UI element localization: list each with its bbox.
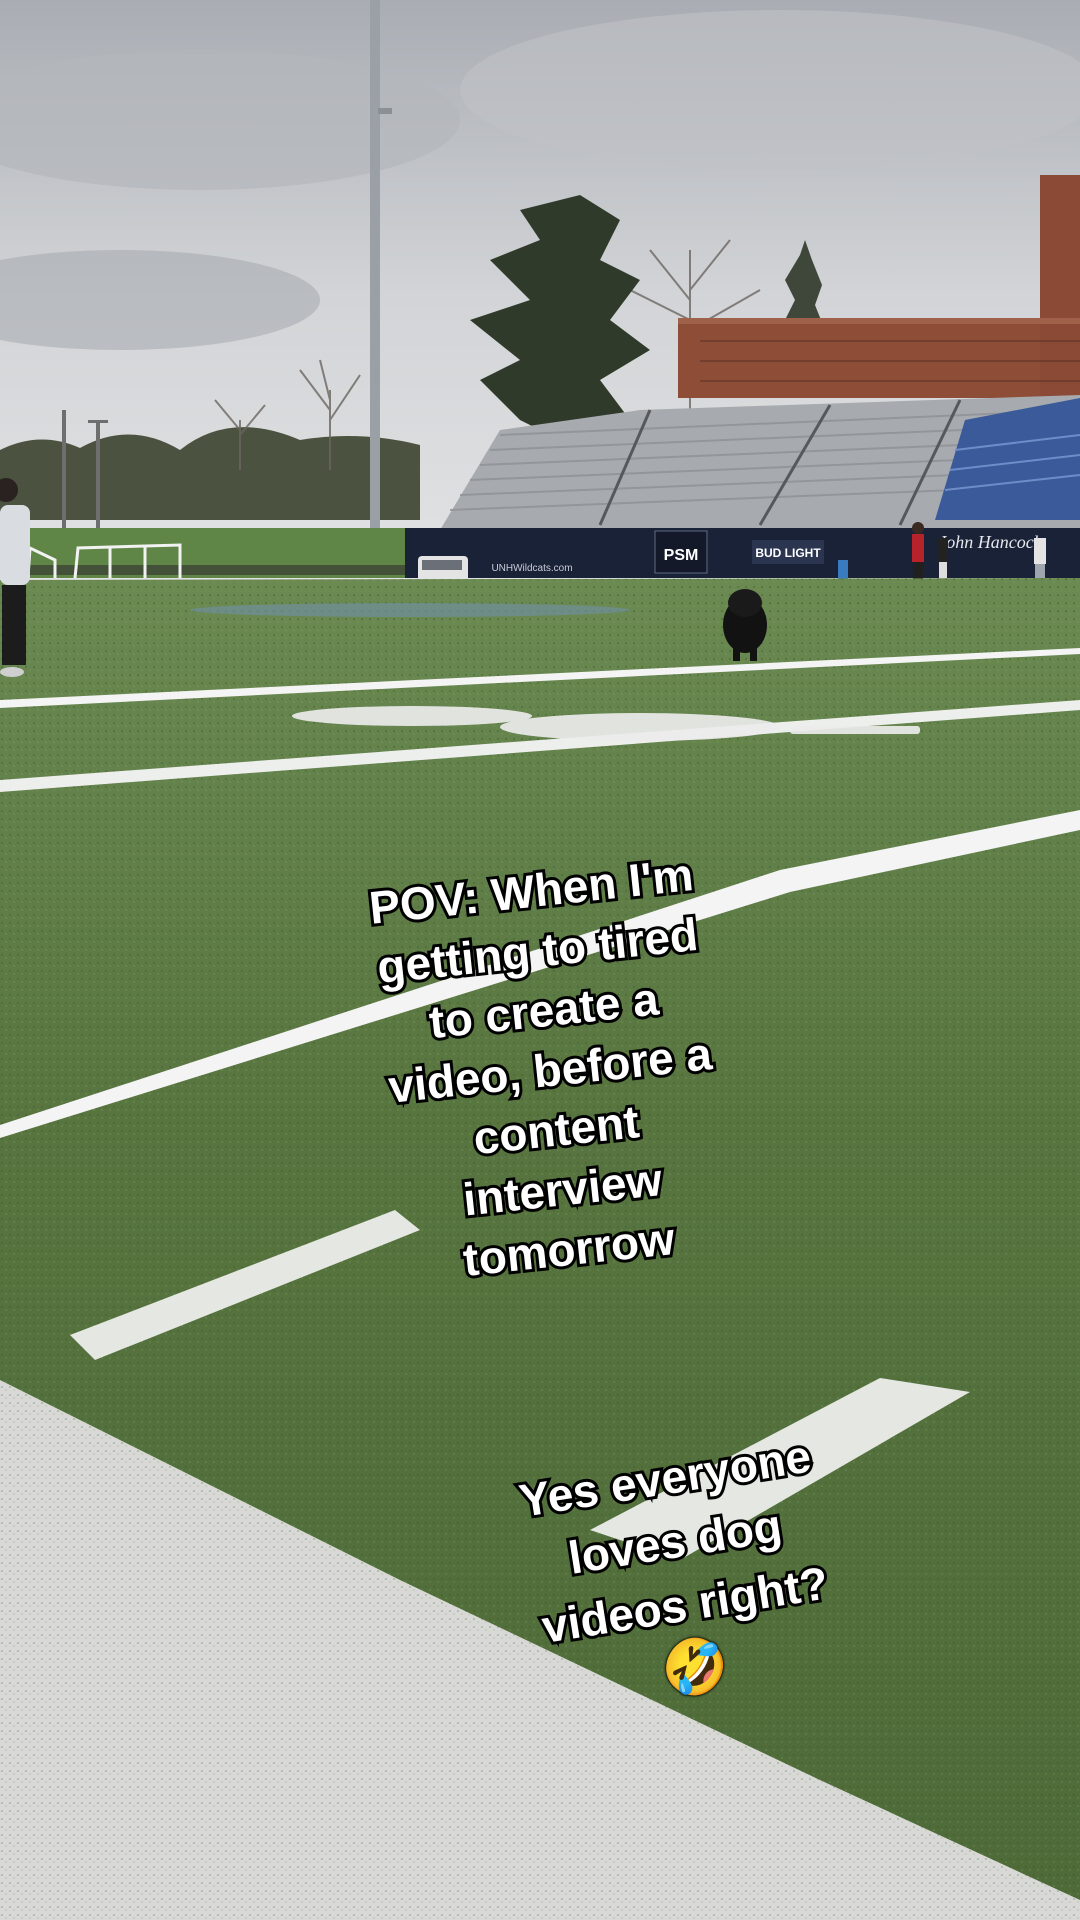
banner-john-hancock: John Hancock — [938, 532, 1042, 552]
banner-website: UNHWildcats.com — [491, 563, 572, 574]
caption-main: POV: When I'm getting to tired to create… — [309, 838, 790, 1302]
banner-psm: PSM — [664, 547, 699, 564]
light-pole — [370, 0, 380, 560]
person-left — [0, 478, 30, 677]
brick-building — [678, 318, 1080, 398]
banner-bud-light: BUD LIGHT — [755, 546, 821, 560]
